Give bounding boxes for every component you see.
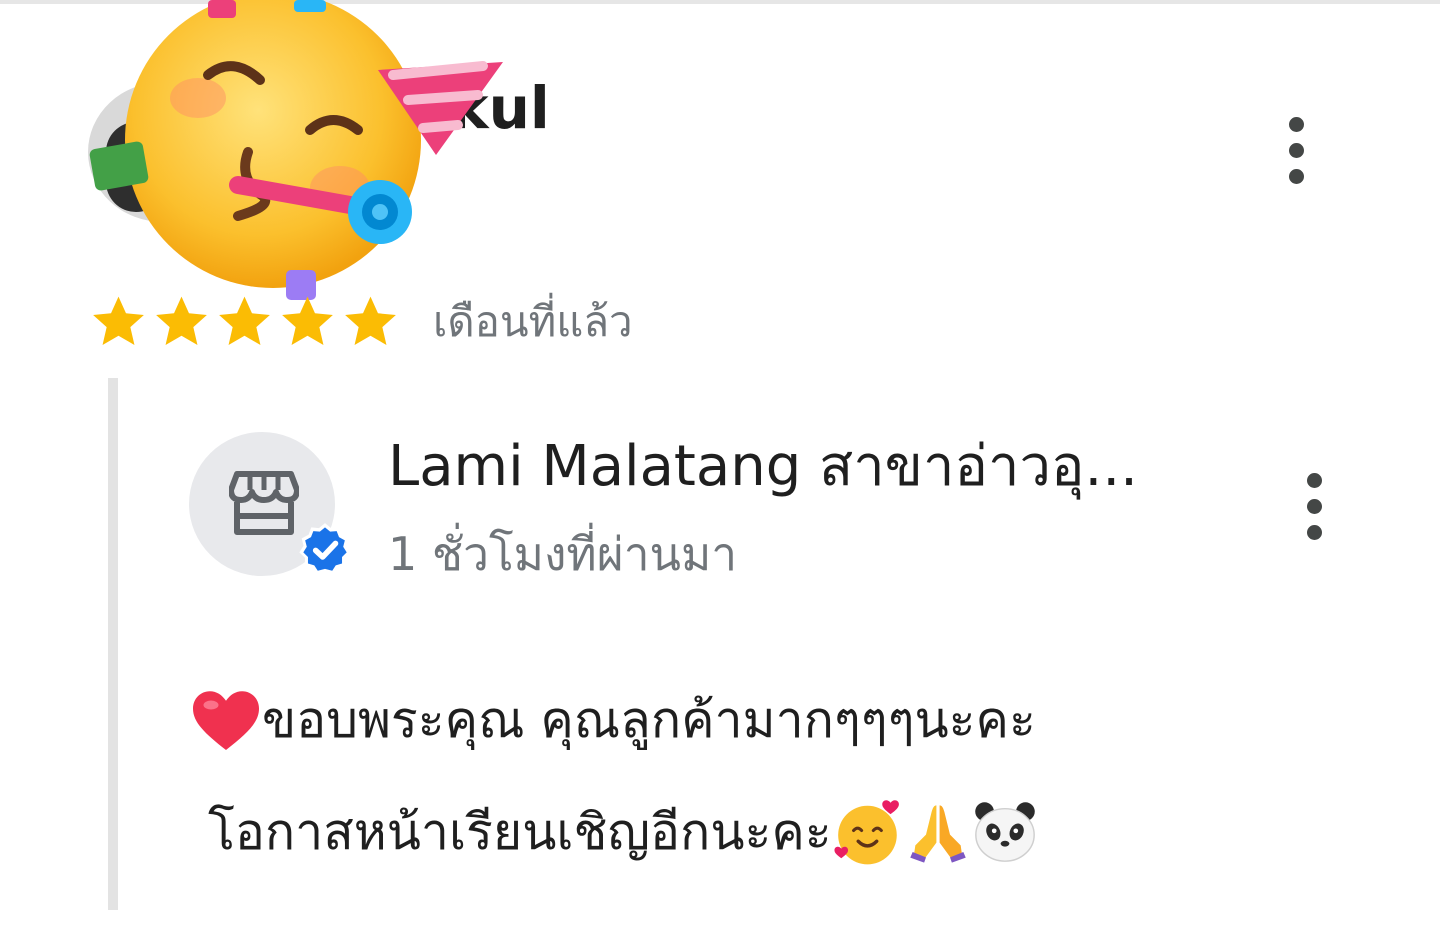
- star-icon: [282, 296, 333, 345]
- star-rating: [88, 293, 401, 351]
- panda-emoji-icon: [974, 802, 1035, 862]
- more-vert-icon: [1307, 473, 1322, 488]
- owner-avatar[interactable]: [189, 432, 351, 576]
- owner-name[interactable]: Lami Malatang สาขาอ่าวอุ...: [388, 432, 1138, 502]
- reply-line-1-text: ขอบพระคุณ คุณลูกค้ามากๆๆๆนะคะ: [262, 691, 1036, 749]
- star-icon: [156, 296, 207, 345]
- review-date: เดือนที่แล้ว: [433, 297, 633, 346]
- reply-line-1: ขอบพระคุณ คุณลูกค้ามากๆๆๆนะคะ: [190, 664, 1290, 776]
- folded-hands-emoji-icon: [909, 805, 966, 863]
- star-icon: [345, 296, 396, 345]
- reply-time: 1 ชั่วโมงที่ผ่านมา: [388, 527, 738, 581]
- more-vert-icon: [1289, 117, 1304, 132]
- red-heart-emoji-icon: [193, 691, 259, 750]
- smiling-face-with-hearts-emoji-icon: [834, 800, 899, 865]
- star-icon: [93, 296, 144, 345]
- reply-text: ขอบพระคุณ คุณลูกค้ามากๆๆๆนะคะ โอกาสหน้าเ…: [190, 664, 1290, 888]
- reply-menu-button[interactable]: [1304, 473, 1324, 545]
- reply-indent-bar: [108, 378, 118, 910]
- store-icon: [229, 471, 299, 535]
- reply-line-2-text: โอกาสหน้าเรียนเชิญอีกนะคะ: [208, 803, 832, 861]
- reply-line-2: โอกาสหน้าเรียนเชิญอีกนะคะ: [190, 776, 1290, 888]
- verified-badge-icon: [299, 523, 351, 575]
- review-menu-button[interactable]: [1286, 117, 1306, 189]
- partying-face-emoji-icon: [89, 0, 503, 300]
- rating-row: เดือนที่แล้ว: [88, 292, 633, 352]
- star-icon: [219, 296, 270, 345]
